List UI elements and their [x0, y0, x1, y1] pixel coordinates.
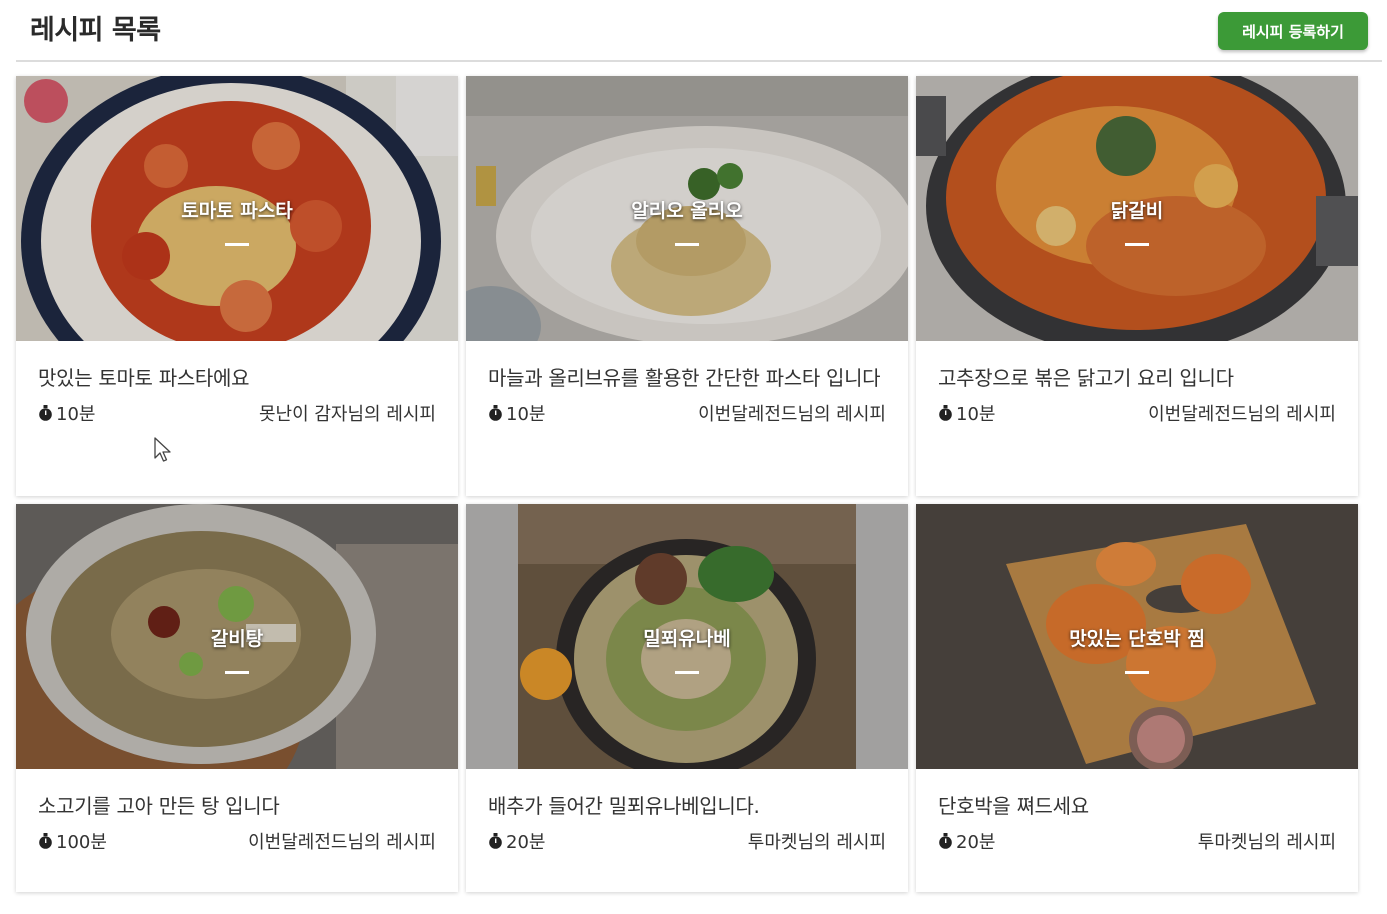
recipe-image[interactable]: 갈비탕 — [16, 504, 458, 769]
timer-icon — [938, 833, 953, 849]
recipe-description: 맛있는 토마토 파스타에요 — [38, 366, 250, 390]
mouse-cursor-icon — [154, 437, 171, 462]
timer-icon — [488, 405, 503, 421]
recipe-card[interactable]: 토마토 파스타 맛있는 토마토 파스타에요 10분 못난이 감자님의 레시피 — [16, 76, 458, 496]
timer-icon — [938, 405, 953, 421]
title-underline — [675, 243, 699, 246]
recipe-card[interactable]: 닭갈비 고추장으로 볶은 닭고기 요리 입니다 10분 이번달레전드님의 레시피 — [916, 76, 1358, 496]
recipe-image[interactable]: 알리오 올리오 — [466, 76, 908, 341]
recipe-image[interactable]: 토마토 파스타 — [16, 76, 458, 341]
recipe-description: 단호박을 쪄드세요 — [938, 794, 1089, 818]
recipe-image[interactable]: 맛있는 단호박 찜 — [916, 504, 1358, 769]
title-underline — [225, 243, 249, 246]
register-recipe-button[interactable]: 레시피 등록하기 — [1218, 12, 1368, 50]
recipe-description: 배추가 들어간 밀푀유나베입니다. — [488, 794, 760, 818]
recipe-card[interactable]: 알리오 올리오 마늘과 올리브유를 활용한 간단한 파스타 입니다 10분 이번… — [466, 76, 908, 496]
title-underline — [225, 671, 249, 674]
cook-time: 20분 — [956, 832, 996, 853]
title-underline — [675, 671, 699, 674]
recipe-image-title: 닭갈비 — [1110, 200, 1164, 222]
recipe-author: 투마켓님의 레시피 — [1197, 832, 1336, 853]
recipe-list-page: 레시피 목록 레시피 등록하기 토마토 파스타 맛있는 토마토 파스타에요 10… — [0, 0, 1387, 914]
recipe-card[interactable]: 맛있는 단호박 찜 단호박을 쪄드세요 20분 투마켓님의 레시피 — [916, 504, 1358, 892]
recipe-image-title: 토마토 파스타 — [181, 200, 293, 222]
cook-time: 20분 — [506, 832, 546, 853]
title-underline — [1125, 671, 1149, 674]
recipe-image-title: 알리오 올리오 — [631, 200, 743, 222]
recipe-author: 이번달레전드님의 레시피 — [1148, 404, 1336, 425]
cook-time: 10분 — [956, 404, 996, 425]
timer-icon — [488, 833, 503, 849]
recipe-image-title: 갈비탕 — [210, 628, 264, 650]
cook-time: 100분 — [56, 832, 107, 853]
recipe-card[interactable]: 밀푀유나베 배추가 들어간 밀푀유나베입니다. 20분 투마켓님의 레시피 — [466, 504, 908, 892]
cook-time: 10분 — [56, 404, 96, 425]
recipe-image[interactable]: 닭갈비 — [916, 76, 1358, 341]
recipe-image[interactable]: 밀푀유나베 — [466, 504, 908, 769]
recipe-author: 투마켓님의 레시피 — [747, 832, 886, 853]
page-header: 레시피 목록 레시피 등록하기 — [16, 0, 1382, 62]
recipe-description: 마늘과 올리브유를 활용한 간단한 파스타 입니다 — [488, 366, 881, 390]
cook-time: 10분 — [506, 404, 546, 425]
recipe-description: 고추장으로 볶은 닭고기 요리 입니다 — [938, 366, 1234, 390]
timer-icon — [38, 405, 53, 421]
recipe-image-title: 밀푀유나베 — [643, 628, 731, 650]
recipe-description: 소고기를 고아 만든 탕 입니다 — [38, 794, 280, 818]
recipe-author: 이번달레전드님의 레시피 — [248, 832, 436, 853]
recipe-author: 이번달레전드님의 레시피 — [698, 404, 886, 425]
recipe-author: 못난이 감자님의 레시피 — [258, 404, 436, 425]
title-underline — [1125, 243, 1149, 246]
timer-icon — [38, 833, 53, 849]
page-title: 레시피 목록 — [30, 15, 161, 46]
recipe-card[interactable]: 갈비탕 소고기를 고아 만든 탕 입니다 100분 이번달레전드님의 레시피 — [16, 504, 458, 892]
recipe-image-title: 맛있는 단호박 찜 — [1069, 628, 1205, 650]
